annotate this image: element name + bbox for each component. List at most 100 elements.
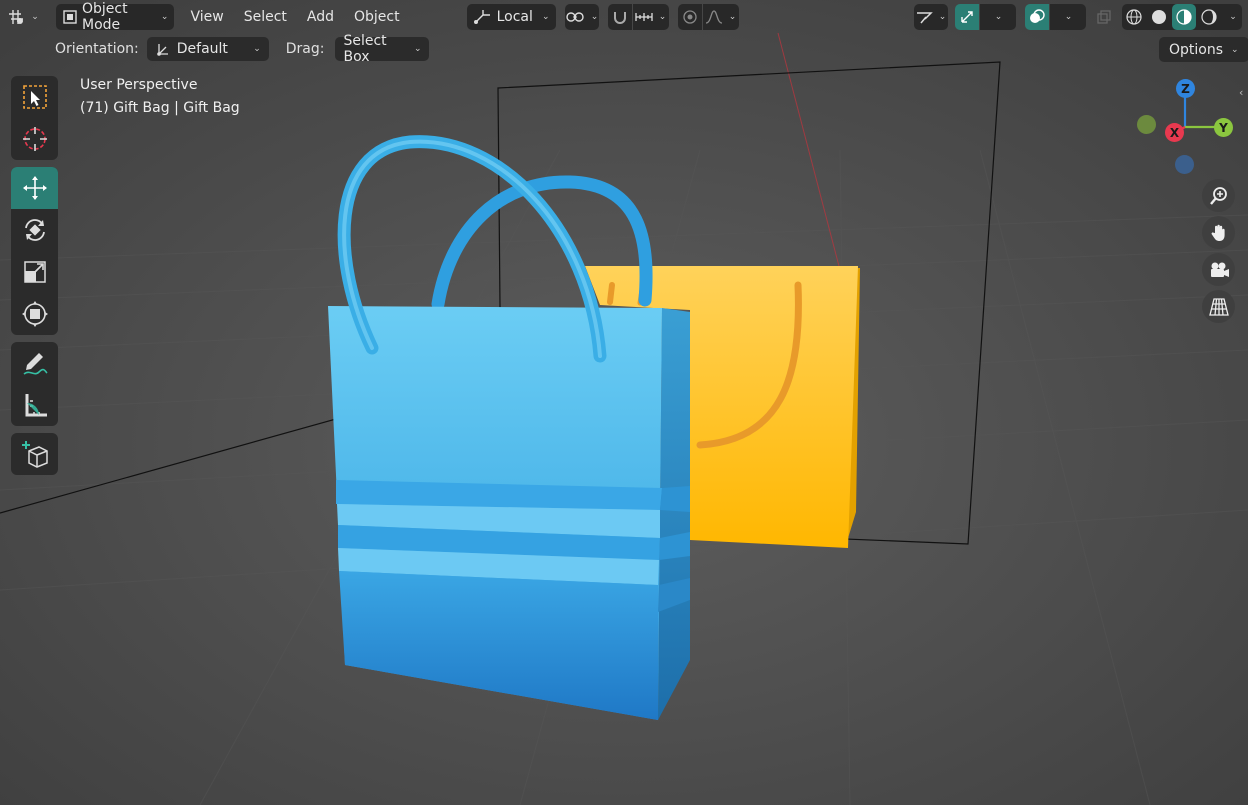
viewport-scene[interactable] [0,0,1248,805]
camera-view-button[interactable] [1202,253,1235,286]
annotate-pencil-icon [21,349,49,377]
chevron-down-icon: ⌄ [994,11,1003,22]
shading-dropdown[interactable]: ⌄ [1222,4,1242,30]
toolbar-group-annotate [11,342,58,426]
select-box-icon [21,83,49,111]
overlays-dropdown[interactable]: ⌄ [1049,3,1086,30]
snap-target-dropdown[interactable]: ⌄ [632,3,669,30]
chevron-down-icon: ⌄ [413,44,422,54]
gizmo-group: ⌄ [954,3,1016,30]
tool-move[interactable] [11,167,58,209]
transform-orientation-label: Local [496,8,533,25]
mode-label: Object Mode [82,0,128,33]
tool-settings-bar: Orientation: Default ⌄ Drag: Select Box … [0,33,1248,65]
tool-select-box[interactable] [11,76,58,118]
add-cube-icon [20,439,50,469]
tool-transform[interactable] [11,293,58,335]
menu-object[interactable]: Object [344,4,410,30]
rotate-icon [21,216,49,244]
tool-measure[interactable] [11,384,58,426]
chevron-down-icon: ⌄ [728,11,737,22]
tool-annotate[interactable] [11,342,58,384]
orientation-value: Default [176,41,228,57]
gizmo-toggle[interactable] [954,3,979,30]
shading-material-preview[interactable] [1172,3,1197,30]
orientation-label: Orientation: [55,41,139,57]
toolbar-group-select [11,76,58,160]
proportional-edit-icon [682,9,697,24]
xray-icon [1096,9,1112,25]
overlays-toggle[interactable] [1024,3,1049,30]
gizmo-x-axis[interactable]: X [1165,123,1184,142]
gizmo-neg-z-axis[interactable] [1175,155,1194,174]
snap-increment-icon [635,10,653,24]
view-name-label: User Perspective [80,77,198,93]
hand-pan-icon [1209,223,1229,243]
options-dropdown[interactable]: Options ⌄ [1159,37,1248,62]
magnet-icon [612,9,628,25]
shading-wireframe[interactable] [1122,4,1146,30]
overlays-icon [1029,8,1045,25]
pivot-point-dropdown[interactable]: ⌄ [564,3,599,30]
chevron-down-icon: ⌄ [542,11,550,22]
mode-dropdown[interactable]: Object Mode ⌄ [56,0,175,33]
chevron-down-icon: ⌄ [160,11,169,22]
3d-cursor-icon [21,125,49,153]
toolbar [11,76,58,482]
shading-solid[interactable] [1147,4,1171,30]
gizmo-z-axis[interactable]: Z [1176,79,1195,98]
object-mode-icon [62,9,78,25]
chevron-down-icon: ⌄ [658,11,667,22]
zoom-icon [1209,186,1229,206]
transform-icon [21,300,49,328]
viewport-header: ⌄ Object Mode ⌄ View Select Add Object L… [0,0,1248,33]
grid-ortho-icon [1208,297,1229,317]
transform-orientation-icon [155,41,171,57]
rendered-sphere-icon [1201,8,1217,25]
proportional-edit-group: ⌄ [677,3,739,30]
chevron-down-icon: ⌄ [253,44,261,54]
tool-cursor[interactable] [11,118,58,160]
chevron-down-icon: ⌄ [1064,11,1073,22]
toolbar-group-add [11,433,58,475]
navigation-gizmo[interactable]: Z X Y [1130,75,1240,180]
material-sphere-icon [1176,8,1192,25]
proportional-edit-toggle[interactable] [677,3,702,30]
zoom-button[interactable] [1202,179,1235,212]
chevron-down-icon: ⌄ [1229,11,1237,22]
orientation-dropdown[interactable]: Default ⌄ [146,37,269,61]
header-menus: View Select Add Object [180,4,409,30]
gizmo-dropdown[interactable]: ⌄ [979,3,1016,30]
falloff-dropdown[interactable]: ⌄ [702,3,739,30]
gizmo-y-axis[interactable]: Y [1214,118,1233,137]
solid-sphere-icon [1151,9,1167,25]
shading-rendered[interactable] [1197,4,1221,30]
options-label: Options [1169,41,1224,58]
tool-scale[interactable] [11,251,58,293]
object-info-label: (71) Gift Bag | Gift Bag [80,100,240,116]
xray-toggle[interactable] [1094,4,1115,30]
transform-orientation-dropdown[interactable]: Local ⌄ [466,3,556,30]
shading-group: ⌄ [1122,3,1243,30]
tool-add-cube[interactable] [11,433,58,475]
drag-dropdown[interactable]: Select Box ⌄ [335,33,430,65]
menu-view[interactable]: View [180,4,233,30]
scale-icon [21,258,49,286]
menu-select[interactable]: Select [234,4,297,30]
snapping-group: ⌄ [607,3,669,30]
wireframe-sphere-icon [1126,8,1142,25]
snap-toggle[interactable] [607,3,632,30]
gizmo-arrows-icon [959,9,975,25]
ortho-toggle-button[interactable] [1202,290,1235,323]
gizmo-neg-y-axis[interactable] [1137,115,1156,134]
editor-type-dropdown[interactable]: ⌄ [6,4,40,30]
chevron-down-icon: ⌄ [590,11,599,22]
toolbar-group-transform [11,167,58,335]
pivot-point-icon [565,9,585,25]
chevron-down-icon: ⌄ [31,11,39,22]
view-object-types-dropdown[interactable]: ⌄ [913,3,948,30]
pan-button[interactable] [1202,216,1235,249]
tool-rotate[interactable] [11,209,58,251]
blue-gift-bag[interactable] [328,306,690,720]
menu-add[interactable]: Add [297,4,344,30]
